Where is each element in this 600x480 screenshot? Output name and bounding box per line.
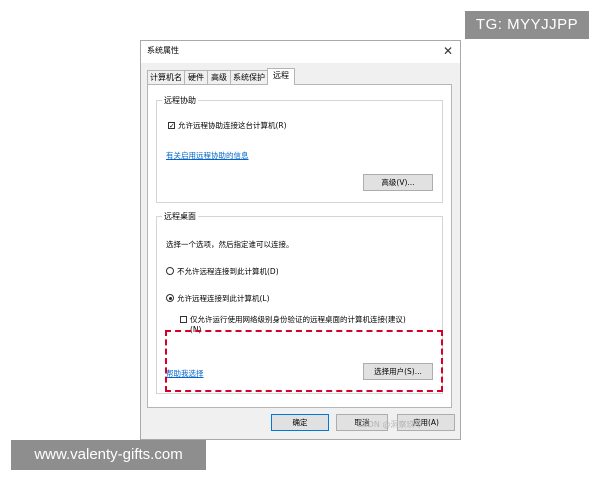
tab-hardware[interactable]: 硬件 xyxy=(184,70,208,84)
tab-computer-name[interactable]: 计算机名 xyxy=(147,70,185,84)
remote-desktop-label: 远程桌面 xyxy=(162,211,198,222)
watermark-bottom: www.valenty-gifts.com xyxy=(11,440,206,470)
tab-system-protection[interactable]: 系统保护 xyxy=(230,70,268,84)
ok-button[interactable]: 确定 xyxy=(271,414,329,431)
remote-assistance-label: 远程协助 xyxy=(162,95,198,106)
remote-tab-panel: 远程协助 ✓ 允许远程协助连接这台计算机(R) 有关启用远程协助的信息 高级(V… xyxy=(147,84,452,408)
nla-checkbox[interactable] xyxy=(180,316,187,323)
tab-remote[interactable]: 远程 xyxy=(267,68,295,85)
csdn-watermark: CSDN @洞察玖零 xyxy=(357,420,423,429)
highlight-box xyxy=(165,330,443,392)
advanced-button[interactable]: 高级(V)... xyxy=(363,174,433,191)
assistance-info-link[interactable]: 有关启用远程协助的信息 xyxy=(166,150,249,161)
watermark-top: TG: MYYJJPP xyxy=(465,11,589,39)
remote-desktop-instruction: 选择一个选项，然后指定谁可以连接。 xyxy=(166,240,294,249)
allow-assistance-checkbox[interactable]: ✓ xyxy=(168,122,175,130)
allow-assistance-label[interactable]: 允许远程协助连接这台计算机(R) xyxy=(178,120,287,131)
title-bar: 系统属性 ✕ xyxy=(141,41,460,63)
window-title: 系统属性 xyxy=(147,46,179,55)
close-icon[interactable]: ✕ xyxy=(438,41,458,61)
disallow-remote-label[interactable]: 不允许远程连接到此计算机(D) xyxy=(177,266,279,277)
tab-advanced[interactable]: 高级 xyxy=(207,70,231,84)
radio-disallow-remote[interactable] xyxy=(166,267,174,275)
nla-label-line1[interactable]: 仅允许运行使用网络级别身份验证的远程桌面的计算机连接(建议) xyxy=(190,314,406,325)
system-properties-dialog: 系统属性 ✕ 计算机名 硬件 高级 系统保护 远程 远程协助 ✓ 允许远程协助连… xyxy=(140,40,461,440)
allow-remote-label[interactable]: 允许远程连接到此计算机(L) xyxy=(177,293,270,304)
remote-assistance-group: 远程协助 ✓ 允许远程协助连接这台计算机(R) 有关启用远程协助的信息 高级(V… xyxy=(156,95,443,203)
radio-allow-remote[interactable] xyxy=(166,294,174,302)
